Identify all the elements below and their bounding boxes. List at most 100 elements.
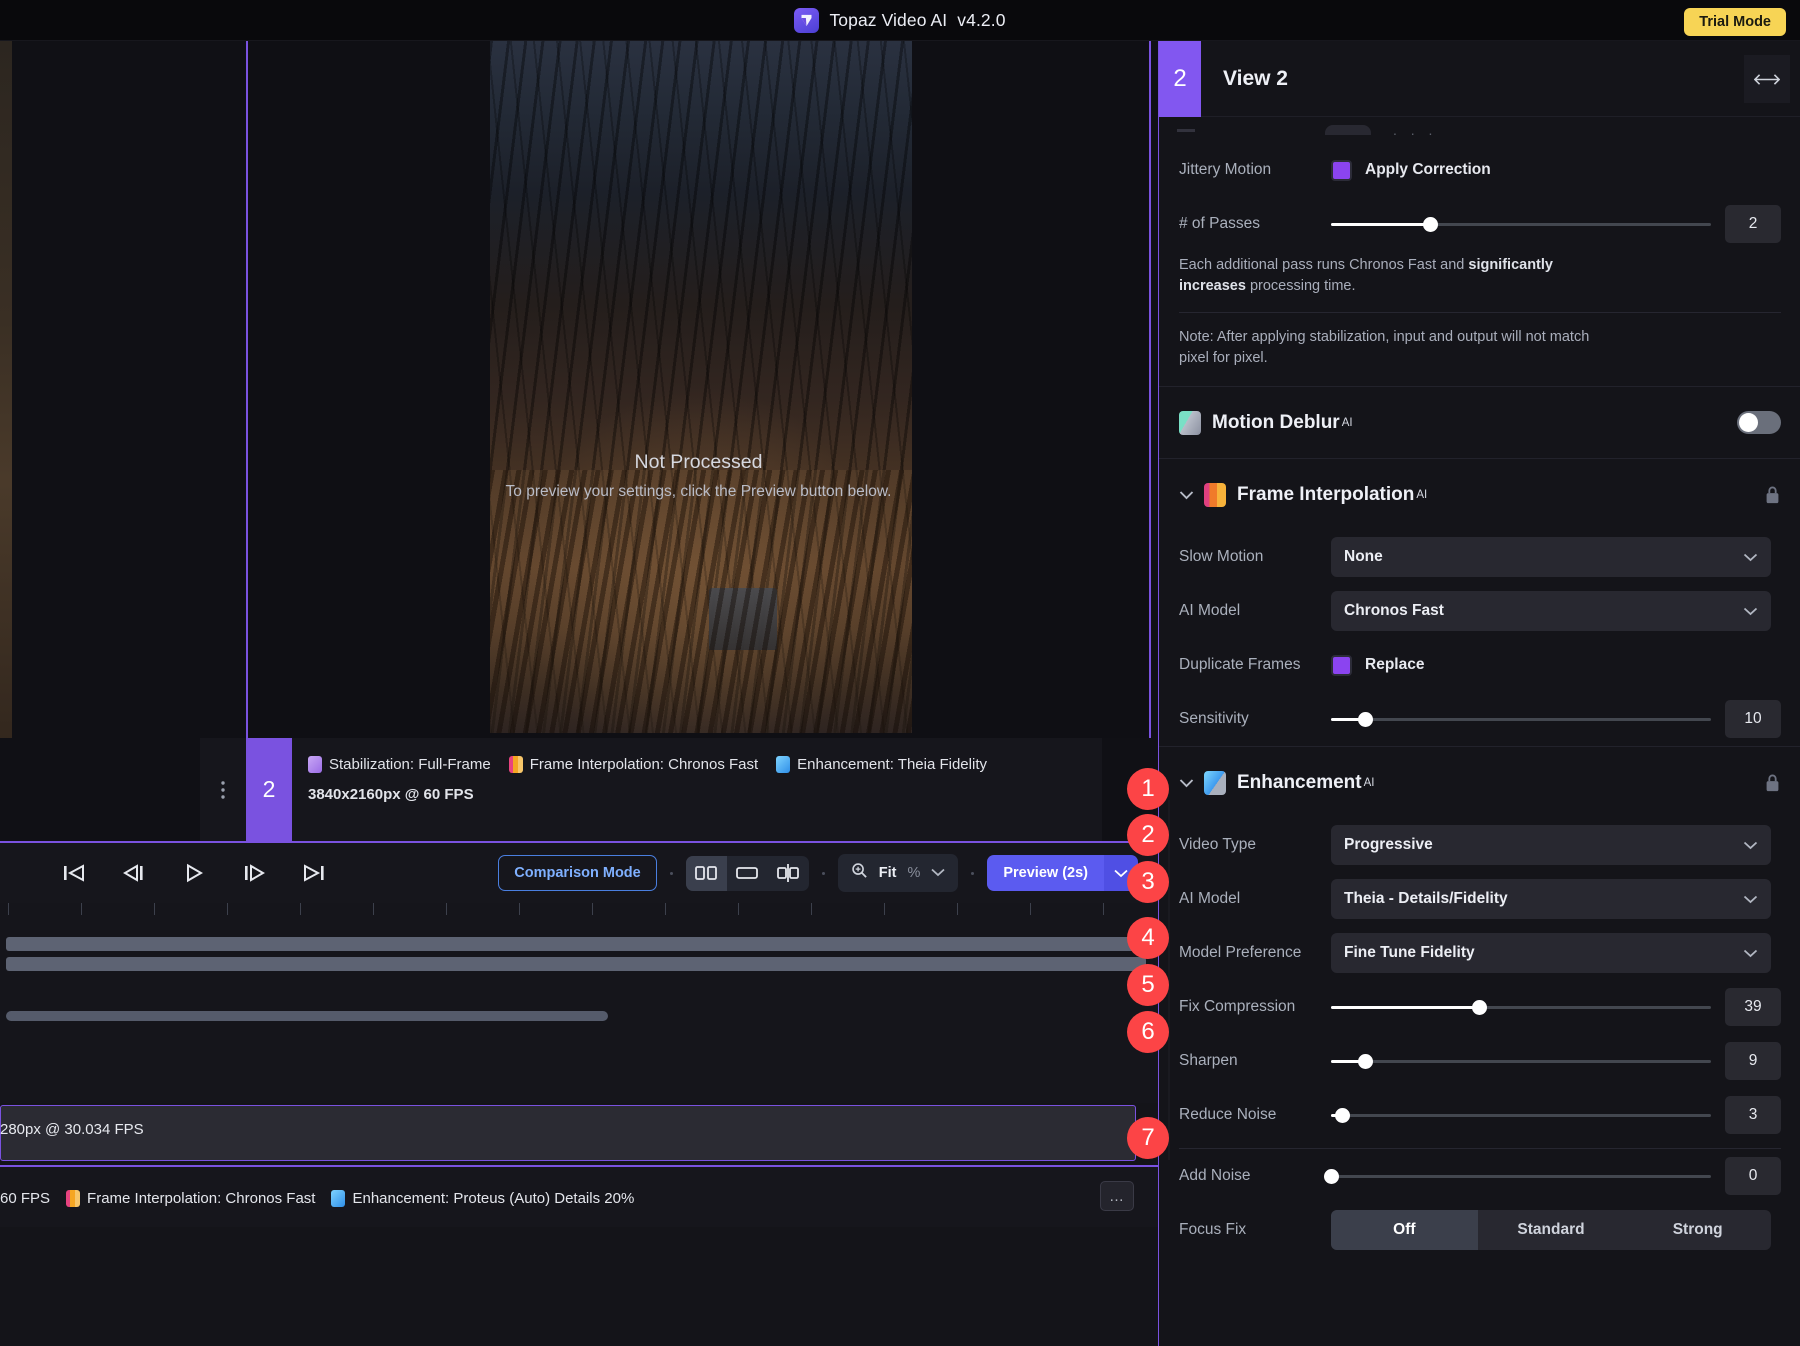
duplicate-frames-control: Replace xyxy=(1331,655,1781,676)
reduce-noise-value[interactable]: 3 xyxy=(1725,1096,1781,1134)
jittery-motion-label: Jittery Motion xyxy=(1179,161,1331,179)
sensitivity-slider[interactable] xyxy=(1331,709,1711,729)
vehicle-in-frame xyxy=(709,588,777,650)
motion-deblur-header[interactable]: Motion Deblur AI xyxy=(1159,386,1800,458)
reduce-noise-label: Reduce Noise xyxy=(1179,1106,1331,1124)
separator-dot-2 xyxy=(822,872,825,875)
sharpen-slider[interactable] xyxy=(1331,1051,1711,1071)
chevron-down-icon-enh[interactable] xyxy=(1179,778,1194,788)
slow-motion-select[interactable]: None xyxy=(1331,537,1771,577)
trial-mode-badge[interactable]: Trial Mode xyxy=(1684,8,1786,36)
passes-value[interactable]: 2 xyxy=(1725,205,1781,243)
fi-ai-model-control: Chronos Fast xyxy=(1331,591,1781,631)
ai-model-row: AI Model Theia - Details/Fidelity xyxy=(1159,872,1800,926)
output-more-options-button[interactable]: … xyxy=(1100,1181,1134,1211)
skip-to-start-icon[interactable] xyxy=(56,857,92,889)
reduce-noise-slider[interactable] xyxy=(1331,1105,1711,1125)
passes-help-pre: Each additional pass runs Chronos Fast a… xyxy=(1179,257,1468,273)
model-preference-value: Fine Tune Fidelity xyxy=(1344,944,1475,962)
expand-horizontal-icon[interactable] xyxy=(1744,55,1790,103)
timeline[interactable] xyxy=(0,903,1158,1103)
preview-button[interactable]: Preview (2s) xyxy=(987,855,1104,891)
chevron-down-icon-fi[interactable] xyxy=(1179,490,1194,500)
reduce-noise-slider-track xyxy=(1331,1114,1711,1117)
frame-interpolation-icon xyxy=(1204,483,1226,507)
apply-correction-control: Apply Correction xyxy=(1331,160,1781,181)
layout-mode-group xyxy=(686,856,809,891)
add-noise-slider[interactable] xyxy=(1331,1166,1711,1186)
chevron-down-icon-enhmodel xyxy=(1743,895,1758,904)
motion-deblur-icon xyxy=(1179,411,1201,435)
passes-slider[interactable] xyxy=(1331,214,1711,234)
slow-motion-value: None xyxy=(1344,548,1383,566)
zoom-level-control[interactable]: Fit % xyxy=(838,854,959,892)
lock-icon-fi[interactable] xyxy=(1764,485,1781,505)
comparison-mode-button[interactable]: Comparison Mode xyxy=(498,855,656,891)
single-view-icon[interactable] xyxy=(727,856,768,891)
passes-slider-knob[interactable] xyxy=(1423,217,1438,232)
video-type-select[interactable]: Progressive xyxy=(1331,825,1771,865)
ruler-tick xyxy=(8,903,9,915)
output-frame-interpolation: Frame Interpolation: Chronos Fast xyxy=(66,1190,315,1207)
app-version: v4.2.0 xyxy=(957,10,1005,31)
side-by-side-icon[interactable] xyxy=(768,856,809,891)
split-view-icon[interactable] xyxy=(686,856,727,891)
model-preference-select[interactable]: Fine Tune Fidelity xyxy=(1331,933,1771,973)
fix-compression-slider-knob[interactable] xyxy=(1472,1000,1487,1015)
timeline-scrollbar[interactable] xyxy=(6,1011,608,1021)
focus-fix-off[interactable]: Off xyxy=(1331,1210,1478,1250)
sensitivity-slider-knob[interactable] xyxy=(1358,712,1373,727)
step-back-icon[interactable] xyxy=(116,857,152,889)
enhancement-icon xyxy=(1204,771,1226,795)
sharpen-slider-knob[interactable] xyxy=(1358,1054,1373,1069)
enh-ai-model-select[interactable]: Theia - Details/Fidelity xyxy=(1331,879,1771,919)
enh-ai-model-control: Theia - Details/Fidelity xyxy=(1331,879,1781,919)
preview-frame-border xyxy=(246,41,1151,841)
ruler-tick xyxy=(373,903,374,915)
clipped-setting-row: . . . xyxy=(1159,117,1800,143)
motion-deblur-toggle[interactable] xyxy=(1737,411,1781,434)
sensitivity-row: Sensitivity 10 xyxy=(1159,692,1800,746)
timeline-track-primary[interactable] xyxy=(6,937,1146,951)
output-frame-interpolation-label: Frame Interpolation: Chronos Fast xyxy=(87,1190,315,1207)
fix-compression-value[interactable]: 39 xyxy=(1725,988,1781,1026)
focus-fix-standard[interactable]: Standard xyxy=(1478,1210,1625,1250)
more-vertical-icon[interactable] xyxy=(200,738,246,841)
focus-fix-strong[interactable]: Strong xyxy=(1624,1210,1771,1250)
fix-compression-row: Fix Compression 39 xyxy=(1159,980,1800,1034)
reduce-noise-slider-knob[interactable] xyxy=(1335,1108,1350,1123)
callout-3: 3 xyxy=(1127,861,1169,903)
panel-body[interactable]: . . . Jittery Motion Apply Correction # … xyxy=(1159,117,1800,1346)
ruler-tick xyxy=(884,903,885,915)
frame-interpolation-chip-icon xyxy=(509,756,523,773)
motion-deblur-controls xyxy=(1737,411,1781,434)
reduce-noise-control: 3 xyxy=(1331,1096,1781,1134)
add-noise-value[interactable]: 0 xyxy=(1725,1157,1781,1195)
add-noise-slider-knob[interactable] xyxy=(1324,1169,1339,1184)
skip-to-end-icon[interactable] xyxy=(296,857,332,889)
focus-fix-row: Focus Fix Off Standard Strong xyxy=(1159,1203,1800,1257)
callout-2: 2 xyxy=(1127,814,1169,856)
enhancement-header[interactable]: Enhancement AI xyxy=(1159,746,1800,818)
sharpen-value[interactable]: 9 xyxy=(1725,1042,1781,1080)
duplicate-frames-row: Duplicate Frames Replace xyxy=(1159,638,1800,692)
fix-compression-slider[interactable] xyxy=(1331,997,1711,1017)
timeline-track-secondary[interactable] xyxy=(6,957,1146,971)
ruler-tick xyxy=(227,903,228,915)
play-icon[interactable] xyxy=(176,857,212,889)
passes-row: # of Passes 2 xyxy=(1159,197,1800,251)
enhancement-title: Enhancement xyxy=(1237,772,1362,794)
lock-icon-enh[interactable] xyxy=(1764,773,1781,793)
replace-checkbox[interactable] xyxy=(1331,655,1352,676)
fi-ai-model-select[interactable]: Chronos Fast xyxy=(1331,591,1771,631)
ruler-tick xyxy=(81,903,82,915)
chevron-down-icon-modelpref xyxy=(1743,949,1758,958)
frame-interpolation-header[interactable]: Frame Interpolation AI xyxy=(1159,458,1800,530)
ruler-tick xyxy=(446,903,447,915)
step-forward-icon[interactable] xyxy=(236,857,272,889)
sensitivity-value[interactable]: 10 xyxy=(1725,700,1781,738)
apply-correction-checkbox[interactable] xyxy=(1331,160,1352,181)
fi-ai-model-value: Chronos Fast xyxy=(1344,602,1444,620)
separator-dot-3 xyxy=(971,872,974,875)
video-preview[interactable]: Not Processed To preview your settings, … xyxy=(0,41,1158,841)
